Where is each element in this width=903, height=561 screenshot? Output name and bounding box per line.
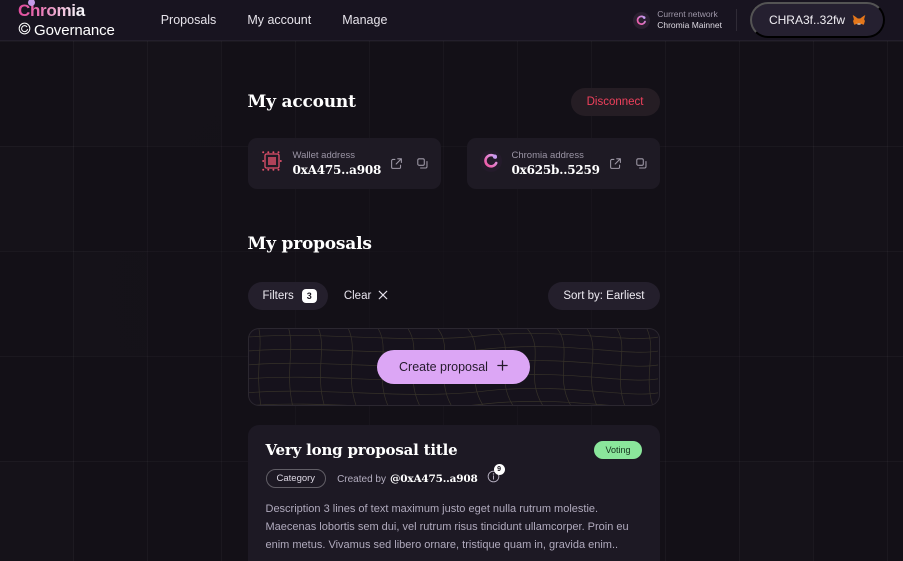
wallet-address-text: CHRA3f..32fw — [768, 13, 845, 27]
network-value: Chromia Mainnet — [657, 20, 722, 30]
proposals-header: My proposals — [248, 189, 660, 254]
proposal-card[interactable]: Very long proposal title Voting Category… — [247, 425, 660, 561]
chromia-address-card: Chromia address 0x625b..5259 — [466, 138, 660, 189]
plus-icon — [497, 360, 508, 374]
chromia-logo-icon — [479, 150, 502, 177]
info-badge-group[interactable]: 9 — [487, 463, 505, 488]
nav-proposals[interactable]: Proposals — [161, 13, 217, 27]
clear-label: Clear — [343, 290, 372, 302]
wallet-address-card: Wallet address 0xA475..a908 — [247, 138, 441, 189]
page-title: My account — [247, 92, 356, 112]
wallet-address-label: Wallet address — [292, 150, 355, 161]
create-proposal-label: Create proposal — [399, 360, 488, 374]
sort-by-button[interactable]: Sort by: Earliest — [548, 282, 660, 310]
account-header: My account Disconnect — [248, 41, 660, 116]
page-content: My account Disconnect Wallet address 0xA… — [0, 41, 903, 561]
proposal-title: Very long proposal title — [265, 441, 458, 459]
close-icon — [378, 290, 388, 303]
created-by-prefix: Created by — [337, 473, 386, 485]
chromia-address-label: Chromia address — [511, 150, 584, 161]
filters-count-badge: 3 — [301, 289, 317, 303]
network-label: Current network — [657, 9, 718, 20]
clear-filters-button[interactable]: Clear — [344, 290, 388, 303]
address-cards: Wallet address 0xA475..a908 Chromia addr… — [247, 138, 660, 189]
filter-toolbar: Filters 3 Clear Sort by: Earliest — [247, 282, 660, 310]
external-link-icon[interactable] — [609, 157, 622, 170]
product-name-text: Governance — [34, 21, 115, 39]
header-right-group: Current network Chromia Mainnet CHRA3f..… — [633, 2, 885, 38]
chromia-logo-icon — [633, 11, 651, 29]
proposals-title: My proposals — [247, 234, 372, 254]
proposal-meta: Category Created by @0xA475..a908 9 — [265, 463, 642, 488]
copy-icon[interactable] — [635, 157, 648, 170]
main-nav: Proposals My account Manage — [161, 13, 388, 27]
create-proposal-card: Create proposal — [247, 328, 660, 406]
filters-button[interactable]: Filters 3 — [247, 282, 328, 310]
created-by-address: @0xA475..a908 — [389, 472, 478, 485]
created-by: Created by @0xA475..a908 — [337, 473, 478, 485]
create-proposal-button[interactable]: Create proposal — [377, 350, 530, 384]
brand-logo[interactable]: Chromia Governance — [18, 0, 115, 39]
nav-manage[interactable]: Manage — [342, 13, 387, 27]
filters-label: Filters — [262, 290, 294, 302]
blockie-avatar-icon — [261, 150, 283, 177]
info-count-badge: 9 — [493, 463, 505, 475]
chromia-address-value: 0x625b..5259 — [511, 163, 601, 177]
app-header: Chromia Governance Proposals My account … — [0, 0, 903, 41]
nav-my-account[interactable]: My account — [247, 13, 311, 27]
proposal-description: Description 3 lines of text maximum just… — [265, 503, 629, 551]
wallet-address-button[interactable]: CHRA3f..32fw — [749, 2, 885, 38]
copy-icon[interactable] — [416, 157, 429, 170]
current-network[interactable]: Current network Chromia Mainnet — [633, 9, 737, 31]
disconnect-button[interactable]: Disconnect — [570, 88, 660, 116]
category-chip[interactable]: Category — [265, 469, 327, 488]
status-badge: Voting — [594, 441, 642, 459]
external-link-icon[interactable] — [390, 157, 403, 170]
spiral-icon — [18, 22, 31, 38]
metamask-fox-icon — [852, 14, 866, 27]
app-root: Chromia Governance Proposals My account … — [0, 0, 903, 561]
wallet-address-value: 0xA475..a908 — [292, 163, 382, 177]
brand-name: Chromia — [18, 0, 115, 19]
